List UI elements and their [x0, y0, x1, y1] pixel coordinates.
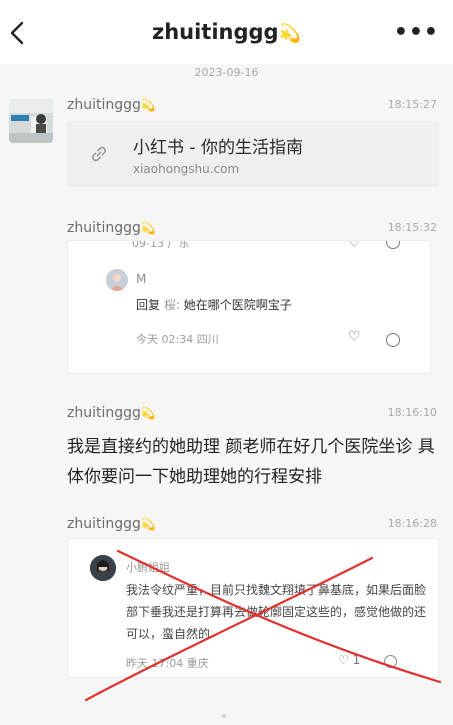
message-time: 18:15:32: [387, 221, 437, 234]
comment-text: 我法令纹严重，目前只找魏文翔填了鼻基底，如果后面脸部下垂我还是打算再去做轮廓固定…: [126, 583, 427, 641]
link-url: xiaohongshu.com: [133, 162, 240, 176]
sparkle-emoji-icon: 💫: [278, 23, 302, 44]
link-icon: [92, 146, 106, 162]
sparkle-emoji-icon: 💫: [140, 517, 156, 531]
heart-icon[interactable]: ♡: [348, 329, 361, 345]
message-time: 18:16:28: [387, 517, 437, 530]
comment-meta: 今天 02:34 四川: [136, 333, 219, 346]
sender-name: zhuitinggg💫: [67, 97, 156, 113]
link-card[interactable]: 小红书 - 你的生活指南 xiaohongshu.com: [67, 121, 439, 187]
link-title: 小红书 - 你的生活指南: [133, 138, 303, 158]
heart-icon: ♡: [338, 653, 349, 667]
reply-reference: 桜:: [163, 298, 180, 312]
message-time: 18:15:27: [387, 98, 437, 111]
sender-name-text: zhuitinggg: [67, 220, 141, 236]
sender-name: zhuitinggg💫: [67, 516, 156, 532]
chat-title: zhuitinggg💫: [0, 20, 453, 44]
sparkle-emoji-icon: 💫: [140, 98, 156, 112]
sparkle-emoji-icon: 💫: [140, 406, 156, 420]
message-time: 18:16:10: [387, 406, 437, 419]
commenter-name: M: [136, 272, 147, 286]
heart-icon[interactable]: ♡: [348, 241, 361, 251]
chat-title-text: zhuitinggg: [151, 20, 279, 44]
like-count-value: 1: [352, 653, 361, 667]
sender-name-text: zhuitinggg: [67, 405, 141, 421]
sender-name-text: zhuitinggg: [67, 97, 141, 113]
message-text: 我是直接约的她助理 颜老师在好几个医院坐诊 具体你要问一下她助理她的行程安排: [67, 437, 435, 487]
comment-bubble-icon[interactable]: [386, 333, 400, 347]
scroll-indicator: [222, 714, 226, 718]
sender-name: zhuitinggg💫: [67, 405, 156, 421]
avatar[interactable]: [9, 99, 53, 143]
comment-text: 回复 桜: 她在哪个医院啊宝子: [136, 296, 292, 313]
date-separator: 2023-09-16: [194, 66, 259, 79]
shared-comment-card[interactable]: 小鹏姐姐 我法令纹严重，目前只找魏文翔填了鼻基底，如果后面脸部下垂我还是打算再去…: [67, 538, 439, 678]
reply-prefix: 回复: [136, 298, 161, 312]
like-count[interactable]: ♡ 1: [338, 653, 360, 667]
sender-name-text: zhuitinggg: [67, 516, 141, 532]
avatar[interactable]: [90, 555, 116, 581]
comment-bubble-icon[interactable]: [386, 241, 400, 249]
reply-text: 她在哪个医院啊宝子: [183, 298, 292, 312]
comment-meta: 昨天 17:04 重庆: [126, 657, 209, 670]
sender-name: zhuitinggg💫: [67, 220, 156, 236]
top-bar: zhuitinggg💫 •••: [0, 0, 453, 64]
commenter-name: 小鹏姐姐: [126, 561, 170, 574]
avatar[interactable]: [106, 269, 128, 291]
sparkle-emoji-icon: 💫: [140, 221, 156, 235]
comment-partial-meta: 09-13 广东: [132, 240, 190, 250]
shared-comment-card[interactable]: 09-13 广东 ♡ M 回复 桜: 她在哪个医院啊宝子 今天 02:34 四川…: [67, 240, 431, 374]
comment-bubble-icon[interactable]: [384, 655, 397, 668]
more-dots-icon[interactable]: •••: [394, 22, 439, 44]
